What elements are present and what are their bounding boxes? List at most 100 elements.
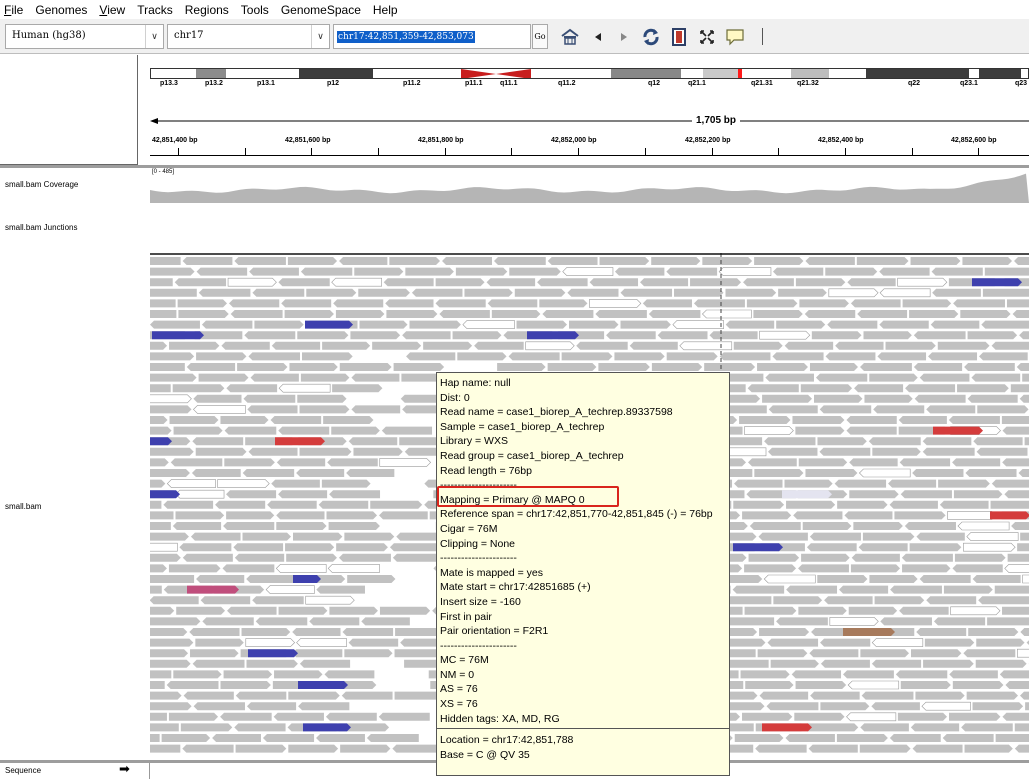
read[interactable] — [174, 278, 227, 287]
read[interactable] — [744, 426, 794, 435]
read[interactable] — [599, 257, 650, 265]
read[interactable] — [150, 744, 181, 753]
read[interactable] — [150, 479, 166, 488]
read[interactable] — [289, 363, 338, 371]
read[interactable] — [1005, 681, 1029, 689]
read[interactable] — [810, 691, 860, 700]
read[interactable] — [278, 426, 330, 435]
read[interactable] — [217, 479, 270, 488]
read[interactable] — [895, 670, 948, 679]
read[interactable] — [732, 585, 785, 594]
read[interactable] — [963, 542, 1016, 552]
read[interactable] — [768, 447, 818, 456]
read[interactable] — [150, 628, 188, 636]
read[interactable] — [795, 426, 845, 435]
read[interactable] — [795, 278, 846, 287]
read[interactable] — [353, 447, 403, 456]
read[interactable] — [284, 310, 334, 318]
read[interactable] — [754, 257, 804, 265]
read[interactable] — [527, 331, 579, 340]
read[interactable] — [701, 309, 752, 319]
coverage-track[interactable]: [0 - 485] — [150, 168, 1029, 203]
read[interactable] — [293, 575, 321, 583]
sequence-track-label[interactable]: Sequence — [5, 766, 41, 775]
popup-info-icon[interactable] — [725, 27, 745, 47]
read[interactable] — [220, 416, 269, 424]
read[interactable] — [514, 288, 566, 297]
read[interactable] — [278, 490, 328, 499]
read[interactable] — [237, 363, 288, 371]
read[interactable] — [836, 734, 888, 742]
read[interactable] — [248, 649, 298, 658]
read[interactable] — [322, 341, 371, 350]
read[interactable] — [719, 352, 771, 361]
read[interactable] — [928, 352, 978, 361]
read[interactable] — [249, 267, 299, 276]
read[interactable] — [200, 596, 251, 605]
read[interactable] — [230, 310, 283, 318]
read[interactable] — [150, 649, 189, 658]
menu-view[interactable]: View — [99, 3, 125, 17]
read[interactable] — [281, 299, 332, 308]
read[interactable] — [976, 447, 1028, 456]
read[interactable] — [962, 257, 1013, 265]
read[interactable] — [926, 405, 976, 414]
menu-genomes[interactable]: Genomes — [35, 3, 87, 17]
read[interactable] — [952, 681, 1004, 689]
read[interactable] — [987, 617, 1029, 626]
read[interactable] — [817, 575, 868, 583]
read[interactable] — [224, 426, 277, 435]
read[interactable] — [189, 628, 240, 636]
read[interactable] — [1002, 606, 1029, 615]
read[interactable] — [651, 257, 701, 265]
read[interactable] — [393, 363, 445, 371]
read[interactable] — [262, 734, 315, 742]
read[interactable] — [150, 341, 168, 350]
read[interactable] — [270, 416, 322, 424]
read[interactable] — [902, 299, 952, 308]
read[interactable] — [889, 500, 938, 509]
read[interactable] — [964, 744, 1013, 753]
read[interactable] — [178, 310, 229, 318]
read[interactable] — [879, 288, 931, 298]
read[interactable] — [323, 416, 374, 424]
read[interactable] — [378, 712, 430, 721]
read[interactable] — [1002, 458, 1029, 467]
read[interactable] — [1020, 532, 1029, 541]
read[interactable] — [226, 511, 275, 520]
read[interactable] — [1007, 553, 1029, 562]
read[interactable] — [718, 267, 772, 276]
read[interactable] — [762, 723, 812, 732]
read[interactable] — [808, 744, 858, 753]
read[interactable] — [798, 606, 847, 615]
read[interactable] — [150, 447, 194, 456]
read[interactable] — [150, 288, 197, 297]
read[interactable] — [930, 320, 980, 329]
read[interactable] — [340, 744, 391, 753]
read[interactable] — [768, 405, 818, 414]
read[interactable] — [704, 363, 756, 371]
read[interactable] — [346, 469, 395, 477]
read[interactable] — [150, 490, 180, 499]
read[interactable] — [329, 490, 381, 499]
read[interactable] — [288, 744, 339, 753]
read[interactable] — [753, 310, 803, 318]
read[interactable] — [247, 405, 298, 414]
read[interactable] — [234, 723, 286, 732]
read[interactable] — [196, 352, 247, 361]
read[interactable] — [299, 447, 352, 456]
read[interactable] — [764, 437, 816, 446]
read[interactable] — [169, 416, 219, 424]
read[interactable] — [1018, 469, 1029, 477]
read[interactable] — [1010, 384, 1029, 393]
read[interactable] — [274, 670, 323, 679]
read[interactable] — [734, 734, 784, 742]
read[interactable] — [372, 341, 422, 350]
read[interactable] — [885, 341, 936, 350]
read[interactable] — [757, 649, 808, 658]
read[interactable] — [150, 373, 197, 382]
read[interactable] — [949, 712, 1001, 721]
read[interactable] — [464, 288, 513, 297]
read[interactable] — [296, 638, 347, 647]
read[interactable] — [952, 564, 1003, 573]
